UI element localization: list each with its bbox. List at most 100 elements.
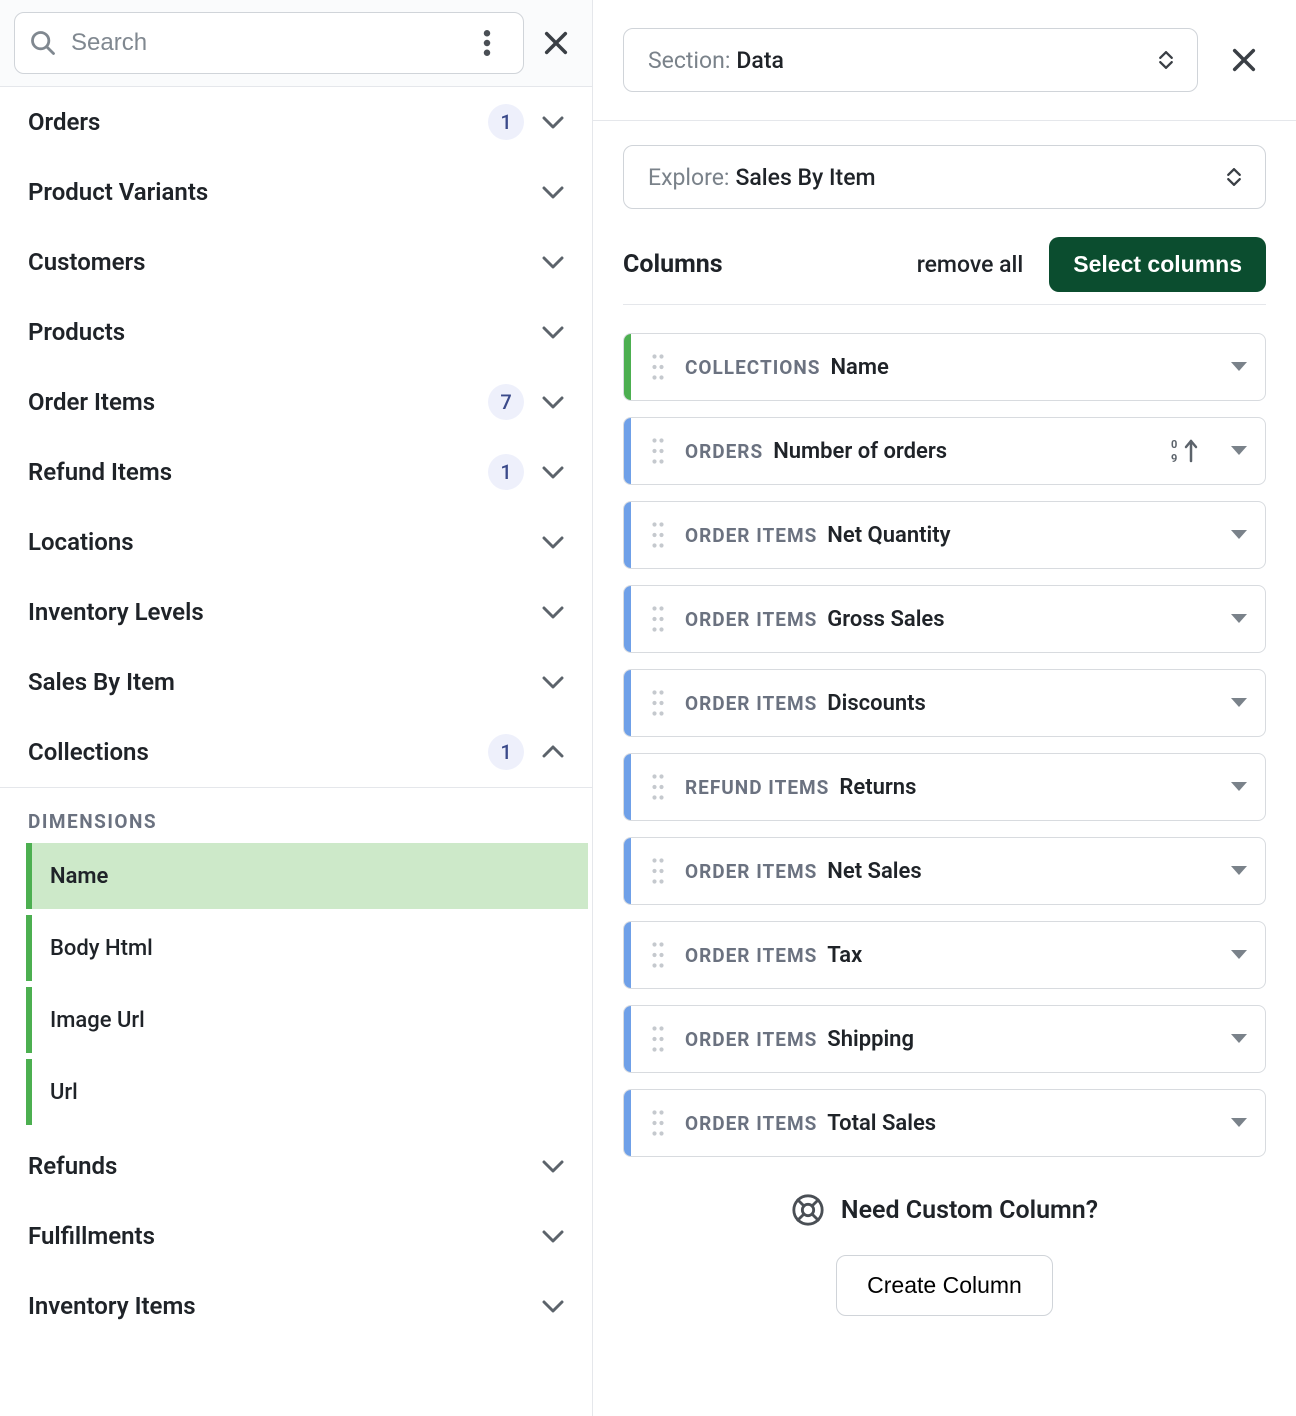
drag-handle-icon: [651, 773, 665, 801]
column-source: ORDER ITEMS: [685, 1112, 817, 1135]
drag-handle-icon: [651, 1109, 665, 1137]
dimension-row[interactable]: Image Url: [26, 987, 592, 1053]
section-value: Data: [736, 47, 1159, 74]
drag-handle[interactable]: [631, 521, 685, 549]
color-bar: [624, 334, 631, 400]
column-source: ORDER ITEMS: [685, 524, 817, 547]
category-row[interactable]: Orders 1: [0, 87, 592, 157]
category-row[interactable]: Inventory Items: [0, 1271, 592, 1341]
column-name: Gross Sales: [827, 607, 1213, 632]
column-item: REFUND ITEMS Returns: [623, 753, 1266, 821]
dimension-row[interactable]: Name: [26, 843, 588, 909]
close-icon: [1230, 46, 1258, 74]
column-item: ORDER ITEMS Net Sales: [623, 837, 1266, 905]
close-right-panel-button[interactable]: [1222, 38, 1266, 82]
drag-handle[interactable]: [631, 857, 685, 885]
search-input[interactable]: [71, 29, 451, 57]
search-field-wrap[interactable]: [14, 12, 524, 74]
column-item: ORDER ITEMS Total Sales: [623, 1089, 1266, 1157]
search-options-button[interactable]: [465, 21, 509, 65]
chevron-down-icon: [542, 185, 564, 199]
color-bar: [624, 586, 631, 652]
chevron-down-icon: [542, 465, 564, 479]
drag-handle[interactable]: [631, 1109, 685, 1137]
drag-handle[interactable]: [631, 689, 685, 717]
dimensions-header: DIMENSIONS: [0, 788, 592, 843]
column-item: ORDER ITEMS Discounts: [623, 669, 1266, 737]
column-menu-button[interactable]: [1213, 1117, 1265, 1129]
drag-handle-icon: [651, 689, 665, 717]
drag-handle[interactable]: [631, 1025, 685, 1053]
count-badge: 1: [488, 734, 524, 770]
explore-label: Explore:: [648, 164, 729, 191]
drag-handle[interactable]: [631, 941, 685, 969]
dimension-label: Name: [50, 864, 108, 889]
drag-handle[interactable]: [631, 437, 685, 465]
section-selector[interactable]: Section: Data: [623, 28, 1198, 92]
color-bar: [624, 502, 631, 568]
select-caret-icon: [1159, 51, 1173, 69]
column-menu-button[interactable]: [1213, 865, 1265, 877]
count-badge: 1: [488, 454, 524, 490]
category-label: Orders: [28, 108, 488, 136]
column-menu-button[interactable]: [1213, 949, 1265, 961]
category-label: Inventory Items: [28, 1292, 542, 1320]
drag-handle[interactable]: [631, 773, 685, 801]
search-icon: [29, 29, 57, 57]
column-name: Name: [830, 355, 1213, 380]
category-row[interactable]: Customers: [0, 227, 592, 297]
column-menu-button[interactable]: [1213, 529, 1265, 541]
category-row[interactable]: Order Items 7: [0, 367, 592, 437]
caret-down-icon: [1230, 361, 1248, 373]
column-menu-button[interactable]: [1213, 445, 1265, 457]
category-label: Sales By Item: [28, 668, 542, 696]
close-left-panel-button[interactable]: [534, 21, 578, 65]
category-row[interactable]: Refund Items 1: [0, 437, 592, 507]
category-row[interactable]: Fulfillments: [0, 1201, 592, 1271]
right-header: Section: Data: [593, 0, 1296, 121]
remove-all-link[interactable]: remove all: [917, 251, 1024, 278]
chevron-down-icon: [542, 255, 564, 269]
column-source: ORDER ITEMS: [685, 944, 817, 967]
category-label: Collections: [28, 738, 488, 766]
dimension-row[interactable]: Body Html: [26, 915, 592, 981]
category-row[interactable]: Products: [0, 297, 592, 367]
dimension-row[interactable]: Url: [26, 1059, 592, 1125]
drag-handle-icon: [651, 437, 665, 465]
chevron-down-icon: [542, 675, 564, 689]
column-menu-button[interactable]: [1213, 361, 1265, 373]
chevron-down-icon: [542, 395, 564, 409]
category-label: Refunds: [28, 1152, 542, 1180]
column-source: ORDER ITEMS: [685, 860, 817, 883]
column-menu-button[interactable]: [1213, 613, 1265, 625]
category-row[interactable]: Collections 1: [0, 717, 592, 787]
create-column-button[interactable]: Create Column: [836, 1255, 1053, 1316]
category-row[interactable]: Product Variants: [0, 157, 592, 227]
drag-handle-icon: [651, 1025, 665, 1053]
drag-handle[interactable]: [631, 353, 685, 381]
category-row[interactable]: Locations: [0, 507, 592, 577]
explore-selector[interactable]: Explore: Sales By Item: [623, 145, 1266, 209]
lifebuoy-icon: [791, 1193, 825, 1227]
drag-handle[interactable]: [631, 605, 685, 633]
caret-down-icon: [1230, 613, 1248, 625]
select-columns-button[interactable]: Select columns: [1049, 237, 1266, 292]
category-label: Inventory Levels: [28, 598, 542, 626]
explore-value: Sales By Item: [735, 164, 1227, 191]
category-row[interactable]: Sales By Item: [0, 647, 592, 717]
category-row[interactable]: Refunds: [0, 1131, 592, 1201]
caret-down-icon: [1230, 865, 1248, 877]
color-bar: [624, 754, 631, 820]
category-label: Products: [28, 318, 542, 346]
category-label: Fulfillments: [28, 1222, 542, 1250]
category-row[interactable]: Inventory Levels: [0, 577, 592, 647]
column-menu-button[interactable]: [1213, 1033, 1265, 1045]
svg-text:9: 9: [1171, 452, 1177, 465]
column-menu-button[interactable]: [1213, 781, 1265, 793]
sort-asc-icon: 0 9: [1171, 437, 1201, 465]
custom-column-prompt: Need Custom Column?: [623, 1193, 1266, 1227]
columns-title: Columns: [623, 250, 917, 279]
caret-down-icon: [1230, 781, 1248, 793]
column-menu-button[interactable]: [1213, 697, 1265, 709]
dimension-label: Url: [50, 1080, 78, 1105]
